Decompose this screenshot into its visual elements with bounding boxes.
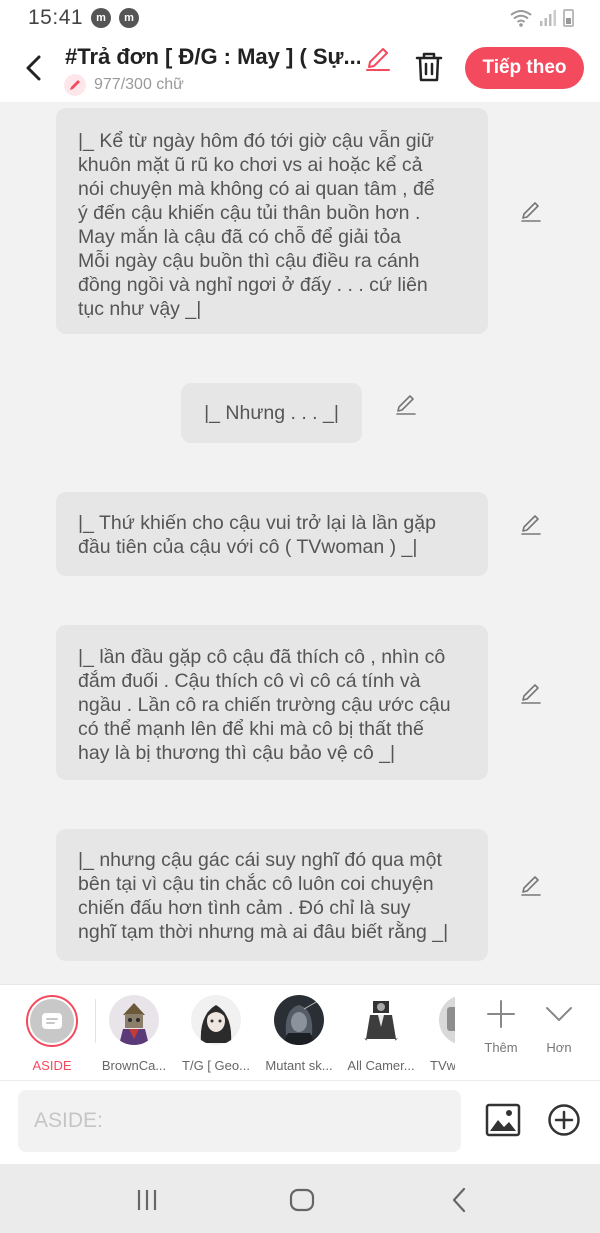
add-label: Thêm xyxy=(484,1040,518,1055)
signal-icon xyxy=(540,10,556,26)
composer xyxy=(0,1080,600,1164)
chevron-down-icon xyxy=(546,1007,572,1021)
message-line: |_ Nhưng . . . _| xyxy=(204,402,339,424)
message-bubble[interactable]: |_ Kể từ ngày hôm đó tới giờ cậu vẫn giữ… xyxy=(56,108,488,334)
message-line: ngầu . Lần cô ra chiến trường cậu ước cậ… xyxy=(78,694,451,716)
system-nav-bar xyxy=(0,1164,600,1233)
notification-icon: m xyxy=(119,8,140,28)
notification-icon: m xyxy=(91,8,112,28)
image-icon xyxy=(485,1103,521,1137)
message-line: có thể mạnh lên để khi mà cô bị thất thế xyxy=(78,718,424,740)
recents-icon xyxy=(137,1190,157,1210)
message-line: |_ lần đầu gặp cô cậu đã thích cô , nhìn… xyxy=(78,646,446,668)
next-button[interactable]: Tiếp theo xyxy=(465,47,584,89)
wifi-icon xyxy=(510,10,532,27)
status-time: 15:41 xyxy=(28,6,84,29)
edit-message-icon[interactable] xyxy=(394,392,418,416)
message-line: đắm đuối . Cậu thích cô vì cô cá tính và xyxy=(78,670,421,692)
back-button[interactable] xyxy=(18,50,48,86)
insert-image-button[interactable] xyxy=(485,1103,521,1137)
message-bubble[interactable]: |_ Nhưng . . . _| xyxy=(181,383,362,443)
message-bubble[interactable]: |_ Thứ khiến cho cậu vui trở lại là lần … xyxy=(56,492,488,576)
message-list[interactable]: |_ Kể từ ngày hôm đó tới giờ cậu vẫn giữ… xyxy=(0,102,600,984)
message-line: tục như vậy _| xyxy=(78,298,202,320)
home-icon xyxy=(289,1188,315,1212)
more-label: Hơn xyxy=(546,1040,572,1055)
message-line: hay là bị thương thì cậu bảo vệ cô _| xyxy=(78,742,396,764)
character-item[interactable]: TVw xyxy=(411,995,455,1073)
message-line: Mỗi ngày cậu buồn thì cậu điều ra cánh xyxy=(78,250,420,272)
pencil-badge-icon xyxy=(64,74,86,96)
message-line: đồng ngồi và nghỉ ngơi ở đấy . . . cứ li… xyxy=(78,274,428,296)
back-icon xyxy=(452,1187,466,1213)
aside-avatar xyxy=(26,995,78,1047)
add-button[interactable] xyxy=(547,1103,581,1137)
chevron-left-icon xyxy=(26,55,41,81)
message-line: May mắn là cậu đã có chỗ để giải tỏa xyxy=(78,226,402,248)
delete-button[interactable] xyxy=(414,50,444,84)
character-name: TVw xyxy=(430,1058,455,1073)
aside-icon xyxy=(42,1013,62,1029)
avatar xyxy=(191,995,241,1045)
message-line: nghĩ tạm thời nhưng mà ai đâu biết rằng … xyxy=(78,921,449,943)
pencil-icon xyxy=(366,48,390,71)
story-title: #Trả đơn [ Đ/G : May ] ( Sự... xyxy=(65,44,360,69)
avatar xyxy=(439,995,455,1045)
word-count: 977/300 chữ xyxy=(94,76,184,93)
plus-icon xyxy=(487,1000,515,1028)
header: #Trả đơn [ Đ/G : May ] ( Sự... 977/300 c… xyxy=(0,36,600,102)
edit-message-icon[interactable] xyxy=(519,873,543,897)
character-aside[interactable]: ASIDE xyxy=(9,995,95,1073)
message-line: đầu tiên của cậu với cô ( TVwoman ) _| xyxy=(78,536,418,558)
message-line: |_ nhưng cậu gác cái suy nghĩ đó qua một xyxy=(78,849,442,871)
message-line: |_ Kể từ ngày hôm đó tới giờ cậu vẫn giữ xyxy=(78,130,434,152)
character-item[interactable]: Mutant sk... xyxy=(256,995,342,1073)
message-input[interactable] xyxy=(18,1090,461,1152)
character-name: Mutant sk... xyxy=(265,1058,333,1073)
message-bubble[interactable]: |_ lần đầu gặp cô cậu đã thích cô , nhìn… xyxy=(56,625,488,780)
message-line: bên tại vì cậu tin chắc cô luôn coi chuy… xyxy=(78,873,434,895)
character-name: BrownCa... xyxy=(101,1058,167,1073)
edit-message-icon[interactable] xyxy=(519,199,543,223)
edit-message-icon[interactable] xyxy=(519,512,543,536)
character-name: ASIDE xyxy=(32,1058,72,1073)
avatar xyxy=(109,995,159,1045)
message-line: ý đến cậu khiến cậu tủi thân buồn hơn . xyxy=(78,202,421,224)
system-back-button[interactable] xyxy=(444,1186,474,1214)
character-item[interactable]: T/G [ Geo... xyxy=(173,995,259,1073)
message-line: chiến đấu hơn tình cảm . Đó chỉ là suy xyxy=(78,897,411,919)
character-item[interactable]: BrownCa... xyxy=(91,995,177,1073)
add-character-button[interactable]: Thêm xyxy=(476,999,526,1055)
recent-apps-button[interactable] xyxy=(132,1186,162,1214)
character-name: T/G [ Geo... xyxy=(182,1058,250,1073)
message-line: |_ Thứ khiến cho cậu vui trở lại là lần … xyxy=(78,512,436,534)
more-button[interactable]: Hơn xyxy=(534,999,584,1055)
status-indicators xyxy=(509,8,574,28)
edit-title-button[interactable] xyxy=(364,45,392,73)
message-line: nói chuyện mà không có ai quan tâm , để xyxy=(78,178,435,200)
trash-icon xyxy=(415,52,443,82)
message-bubble[interactable]: |_ nhưng cậu gác cái suy nghĩ đó qua một… xyxy=(56,829,488,961)
plus-circle-icon xyxy=(548,1104,580,1136)
character-bar: ASIDE BrownCa... T/G [Geo... Mutant sk.… xyxy=(0,984,600,1080)
status-bar: 15:41 m m xyxy=(0,0,600,36)
home-button[interactable] xyxy=(287,1186,317,1214)
word-counter: 977/300 chữ xyxy=(64,74,184,96)
battery-icon xyxy=(563,9,574,27)
avatar xyxy=(356,995,406,1045)
message-line: khuôn mặt ũ rũ ko chơi vs ai hoặc kể cả xyxy=(78,154,423,176)
avatar xyxy=(274,995,324,1045)
edit-message-icon[interactable] xyxy=(519,681,543,705)
